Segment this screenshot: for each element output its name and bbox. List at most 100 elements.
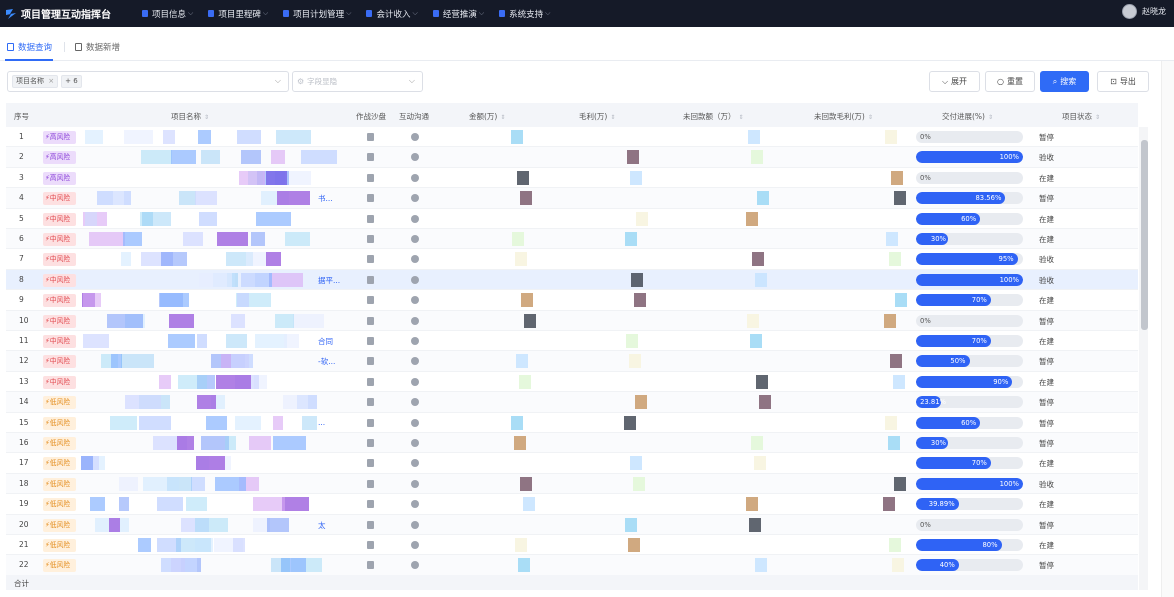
user-menu[interactable]: 赵晓龙 xyxy=(1122,4,1166,19)
chat-icon[interactable] xyxy=(411,337,419,345)
nav-item-3[interactable]: 会计收入 ⌵ xyxy=(366,0,418,27)
project-name-link[interactable]: -软... xyxy=(318,356,335,367)
table-row[interactable]: 8 ⚡中风险 据平... 100% 验收 xyxy=(6,269,1138,291)
col-name[interactable]: 项目名称 ⇕ xyxy=(171,111,209,122)
table-row[interactable]: 13 ⚡中风险 90% 在建 xyxy=(6,372,1138,393)
chat-icon[interactable] xyxy=(411,173,419,182)
sort-icon[interactable]: ⇕ xyxy=(500,114,505,121)
sort-icon[interactable]: ⇕ xyxy=(1095,114,1100,121)
table-scrollbar-thumb[interactable] xyxy=(1141,140,1148,330)
project-name-link[interactable]: ... xyxy=(318,418,325,427)
flag-icon[interactable] xyxy=(367,520,374,529)
table-row[interactable]: 1 ⚡高风险 0% 暂停 xyxy=(6,127,1138,148)
tab-add[interactable]: 数据新增 xyxy=(75,41,120,53)
chat-icon[interactable] xyxy=(411,479,419,488)
table-row[interactable]: 20 ⚡低风险 太 0% 暂停 xyxy=(6,514,1138,535)
chat-icon[interactable] xyxy=(411,398,419,407)
col-progress[interactable]: 交付进展(%) ⇕ xyxy=(942,111,993,122)
table-row[interactable]: 4 ⚡中风险 书... 83.56% 暂停 xyxy=(6,188,1138,209)
flag-icon[interactable] xyxy=(367,337,374,345)
table-row[interactable]: 12 ⚡中风险 -软... 50% 暂停 xyxy=(6,351,1138,372)
table-row[interactable]: 5 ⚡中风险 60% 在建 xyxy=(6,209,1138,229)
flag-icon[interactable] xyxy=(367,133,374,141)
chat-icon[interactable] xyxy=(411,459,419,468)
flag-icon[interactable] xyxy=(367,561,374,570)
table-row[interactable]: 11 ⚡中风险 合同 70% 在建 xyxy=(6,331,1138,352)
sort-icon[interactable]: ⇕ xyxy=(204,114,209,121)
col-future-margin[interactable]: 未回款毛利(万) ⇕ xyxy=(814,111,873,122)
flag-icon[interactable] xyxy=(367,194,374,203)
col-future-amount[interactable]: 未回款额（万） ⇕ xyxy=(683,111,744,122)
project-name-link[interactable]: 书... xyxy=(318,193,333,204)
chip-close-icon[interactable]: × xyxy=(48,77,54,85)
flag-icon[interactable] xyxy=(367,418,374,427)
chat-icon[interactable] xyxy=(411,520,419,529)
flag-icon[interactable] xyxy=(367,541,374,549)
table-row[interactable]: 9 ⚡中风险 70% 在建 xyxy=(6,290,1138,311)
chat-icon[interactable] xyxy=(411,500,419,509)
table-row[interactable]: 17 ⚡低风险 70% 在建 xyxy=(6,453,1138,474)
table-row[interactable]: 18 ⚡低风险 100% 验收 xyxy=(6,473,1138,495)
table-row[interactable]: 7 ⚡中风险 95% 验收 xyxy=(6,249,1138,270)
chat-icon[interactable] xyxy=(411,235,419,243)
chat-icon[interactable] xyxy=(411,194,419,203)
chat-icon[interactable] xyxy=(411,255,419,264)
export-button[interactable]: ⊡ 导出 xyxy=(1097,71,1149,92)
sort-icon[interactable]: ⇕ xyxy=(868,114,873,121)
col-amount[interactable]: 金额(万) ⇕ xyxy=(469,111,505,122)
flag-icon[interactable] xyxy=(367,398,374,407)
table-row[interactable]: 22 ⚡低风险 40% 暂停 xyxy=(6,555,1138,575)
nav-item-1[interactable]: 项目里程碑 ⌵ xyxy=(208,0,268,27)
sort-icon[interactable]: ⇕ xyxy=(988,114,993,121)
flag-icon[interactable] xyxy=(367,316,374,325)
flag-icon[interactable] xyxy=(367,459,374,468)
chat-icon[interactable] xyxy=(411,541,419,549)
flag-icon[interactable] xyxy=(367,500,374,509)
table-row[interactable]: 10 ⚡中风险 0% 暂停 xyxy=(6,310,1138,331)
flag-icon[interactable] xyxy=(367,479,374,488)
project-name-select[interactable]: 项目名称 × + 6 ⌵ xyxy=(7,71,289,92)
flag-icon[interactable] xyxy=(367,255,374,264)
col-margin[interactable]: 毛利(万) ⇕ xyxy=(579,111,615,122)
table-row[interactable]: 21 ⚡低风险 80% 在建 xyxy=(6,535,1138,556)
nav-item-5[interactable]: 系统支持 ⌵ xyxy=(499,0,550,27)
table-row[interactable]: 16 ⚡低风险 30% 暂停 xyxy=(6,433,1138,454)
chat-icon[interactable] xyxy=(411,377,419,386)
filter-chip[interactable]: 项目名称 × xyxy=(12,75,59,88)
nav-item-4[interactable]: 经营推演 ⌵ xyxy=(432,0,484,27)
flag-icon[interactable] xyxy=(367,357,374,366)
sort-icon[interactable]: ⇕ xyxy=(739,114,744,121)
chat-icon[interactable] xyxy=(411,296,419,305)
table-row[interactable]: 2 ⚡高风险 100% 验收 xyxy=(6,147,1138,168)
table-row[interactable]: 3 ⚡高风险 0% 在建 xyxy=(6,168,1138,189)
table-row[interactable]: 14 ⚡低风险 23.81% 暂停 xyxy=(6,392,1138,413)
field-visibility-select[interactable]: ⚙ 字段显隐 ⌵ xyxy=(292,71,423,92)
project-name-link[interactable]: 据平... xyxy=(318,275,340,286)
flag-icon[interactable] xyxy=(367,275,374,284)
flag-icon[interactable] xyxy=(367,377,374,386)
page-scrollbar[interactable] xyxy=(1161,61,1174,597)
col-status[interactable]: 项目状态 ⇕ xyxy=(1062,111,1100,122)
table-row[interactable]: 19 ⚡低风险 39.89% 在建 xyxy=(6,494,1138,515)
chat-icon[interactable] xyxy=(411,439,419,447)
flag-icon[interactable] xyxy=(367,296,374,305)
expand-button[interactable]: ⌵ 展开 xyxy=(929,71,980,92)
search-button[interactable]: ⌕ 搜索 xyxy=(1040,71,1089,92)
nav-item-0[interactable]: 项目信息 ⌵ xyxy=(142,0,193,27)
chat-icon[interactable] xyxy=(411,133,419,141)
chat-icon[interactable] xyxy=(411,153,419,162)
chat-icon[interactable] xyxy=(411,357,419,366)
chat-icon[interactable] xyxy=(411,561,419,570)
flag-icon[interactable] xyxy=(367,235,374,243)
table-row[interactable]: 15 ⚡低风险... 60% 暂停 xyxy=(6,413,1138,433)
chat-icon[interactable] xyxy=(411,316,419,325)
tab-query[interactable]: 数据查询 xyxy=(7,41,52,53)
chat-icon[interactable] xyxy=(411,418,419,427)
chat-icon[interactable] xyxy=(411,275,419,284)
sort-icon[interactable]: ⇕ xyxy=(610,114,615,121)
nav-item-2[interactable]: 项目计划管理 ⌵ xyxy=(283,0,351,27)
flag-icon[interactable] xyxy=(367,214,374,223)
flag-icon[interactable] xyxy=(367,173,374,182)
reset-button[interactable]: ○ 重置 xyxy=(985,71,1035,92)
project-name-link[interactable]: 太 xyxy=(318,520,326,531)
